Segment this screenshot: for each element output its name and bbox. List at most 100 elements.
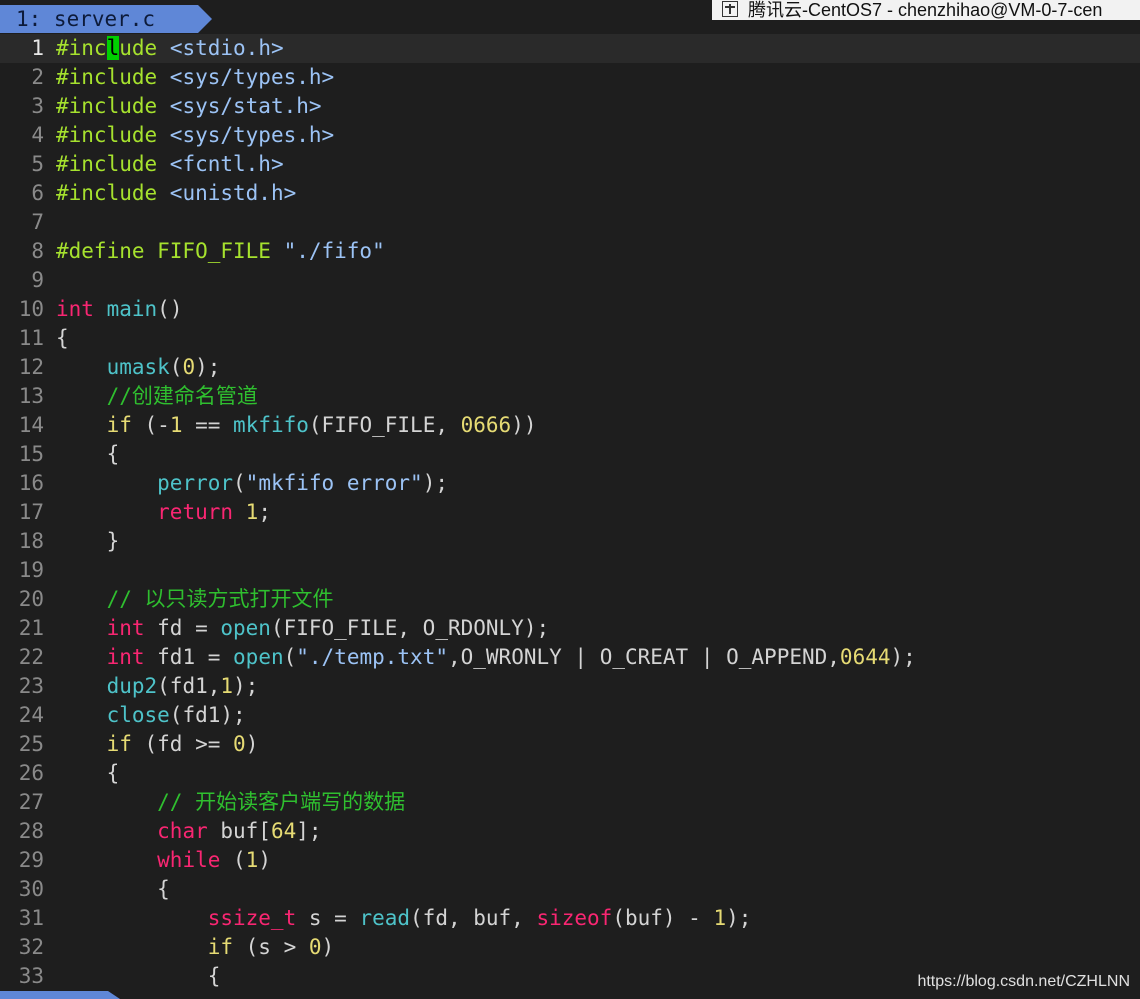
code-line[interactable]: 31 ssize_t s = read(fd, buf, sizeof(buf)… <box>0 904 1140 933</box>
code-token: if <box>106 413 132 437</box>
line-number: 7 <box>31 210 44 234</box>
code-line[interactable]: 15 { <box>0 440 1140 469</box>
code-line[interactable]: 24 close(fd1); <box>0 701 1140 730</box>
code-text: //创建命名管道 <box>56 382 258 411</box>
code-text: #include <fcntl.h> <box>56 150 284 179</box>
window-title: 腾讯云-CentOS7 - chenzhihao@VM-0-7-cen <box>748 0 1103 20</box>
code-line[interactable]: 26 { <box>0 759 1140 788</box>
code-line[interactable]: 28 char buf[64]; <box>0 817 1140 846</box>
code-token: { <box>56 326 69 350</box>
code-token: (fd, buf, <box>410 906 537 930</box>
code-line[interactable]: 22 int fd1 = open("./temp.txt",O_WRONLY … <box>0 643 1140 672</box>
code-text: #include <stdio.h> <box>56 34 284 63</box>
code-line[interactable]: 29 while (1) <box>0 846 1140 875</box>
code-line[interactable]: 1 #include <stdio.h> <box>0 34 1140 63</box>
code-token: 1 <box>245 500 259 524</box>
code-editor[interactable]: 1 #include <stdio.h> 2 #include <sys/types.… <box>0 34 1140 991</box>
code-text: int fd1 = open("./temp.txt",O_WRONLY | O… <box>56 643 916 672</box>
code-token: ); <box>233 674 259 698</box>
code-line[interactable]: 30 { <box>0 875 1140 904</box>
code-token: //创建命名管道 <box>106 384 258 408</box>
code-text: #include <sys/types.h> <box>56 121 334 150</box>
code-text: { <box>56 440 120 469</box>
code-text: perror("mkfifo error"); <box>56 469 448 498</box>
code-token: if <box>207 935 234 959</box>
code-line[interactable]: 23 dup2(fd1,1); <box>0 672 1140 701</box>
line-number: 18 <box>18 529 44 553</box>
pin-icon[interactable] <box>722 1 738 17</box>
code-text: ssize_t s = read(fd, buf, sizeof(buf) - … <box>56 904 752 933</box>
code-line[interactable]: 7 <box>0 208 1140 237</box>
tab-server-c[interactable]: 1: server.c <box>0 5 212 33</box>
code-text: #include <sys/stat.h> <box>56 92 322 121</box>
code-line[interactable]: 17 return 1; <box>0 498 1140 527</box>
code-line[interactable]: 32 if (s > 0) <box>0 933 1140 962</box>
line-number: 32 <box>18 935 44 959</box>
line-number: 33 <box>18 964 44 988</box>
code-line[interactable]: 25 if (fd >= 0) <box>0 730 1140 759</box>
tab-label: 1: server.c <box>16 7 156 31</box>
code-line[interactable]: 13 //创建命名管道 <box>0 382 1140 411</box>
code-token: 1 <box>245 848 259 872</box>
code-token: 1 <box>169 413 183 437</box>
code-line[interactable]: 16 perror("mkfifo error"); <box>0 469 1140 498</box>
line-number: 11 <box>18 326 44 350</box>
line-number: 20 <box>18 587 44 611</box>
code-text: // 以只读方式打开文件 <box>56 585 334 614</box>
code-line[interactable]: 11 { <box>0 324 1140 353</box>
code-token: { <box>56 877 170 901</box>
code-token: { <box>56 964 221 988</box>
code-token: (- <box>131 413 170 437</box>
line-number: 10 <box>18 297 44 321</box>
code-line[interactable]: 21 int fd = open(FIFO_FILE, O_RDONLY); <box>0 614 1140 643</box>
line-number: 4 <box>31 123 44 147</box>
code-line[interactable]: 19 <box>0 556 1140 585</box>
code-line[interactable]: 8 #define FIFO_FILE "./fifo" <box>0 237 1140 266</box>
code-line[interactable]: 3 #include <sys/stat.h> <box>0 92 1140 121</box>
code-line[interactable]: 2 #include <sys/types.h> <box>0 63 1140 92</box>
code-token: read <box>359 906 411 930</box>
code-token: () <box>157 297 183 321</box>
line-number: 16 <box>18 471 44 495</box>
code-token: open <box>220 616 271 640</box>
code-token: while <box>157 848 221 872</box>
code-token: (FIFO_FILE, <box>308 413 461 437</box>
line-number: 29 <box>18 848 44 872</box>
line-number: 19 <box>18 558 44 582</box>
code-line[interactable]: 12 umask(0); <box>0 353 1140 382</box>
code-text: { <box>56 962 221 991</box>
code-line[interactable]: 18 } <box>0 527 1140 556</box>
code-token: ( <box>283 645 297 669</box>
code-text: { <box>56 324 69 353</box>
code-line[interactable]: 27 // 开始读客户端写的数据 <box>0 788 1140 817</box>
code-text: dup2(fd1,1); <box>56 672 259 701</box>
code-line[interactable]: 14 if (-1 == mkfifo(FIFO_FILE, 0666)) <box>0 411 1140 440</box>
code-text: } <box>56 527 120 556</box>
code-token: ]; <box>296 819 322 843</box>
code-token: fd1 = <box>144 645 234 669</box>
code-line[interactable]: 20 // 以只读方式打开文件 <box>0 585 1140 614</box>
line-number: 24 <box>18 703 44 727</box>
code-line[interactable]: 9 <box>0 266 1140 295</box>
code-text: { <box>56 875 170 904</box>
code-token: ) <box>258 848 271 872</box>
code-line[interactable]: 4 #include <sys/types.h> <box>0 121 1140 150</box>
code-token: #include <box>56 123 170 147</box>
code-token: 0 <box>308 935 322 959</box>
line-number: 25 <box>18 732 44 756</box>
code-token: 1 <box>220 674 234 698</box>
code-line[interactable]: 5 #include <fcntl.h> <box>0 150 1140 179</box>
code-text: { <box>56 759 120 788</box>
code-line[interactable]: 10 int main() <box>0 295 1140 324</box>
line-number: 26 <box>18 761 44 785</box>
line-number: 31 <box>18 906 44 930</box>
watermark: https://blog.csdn.net/CZHLNN <box>917 973 1130 990</box>
code-token: ); <box>195 355 221 379</box>
code-line[interactable]: 6 #include <unistd.h> <box>0 179 1140 208</box>
